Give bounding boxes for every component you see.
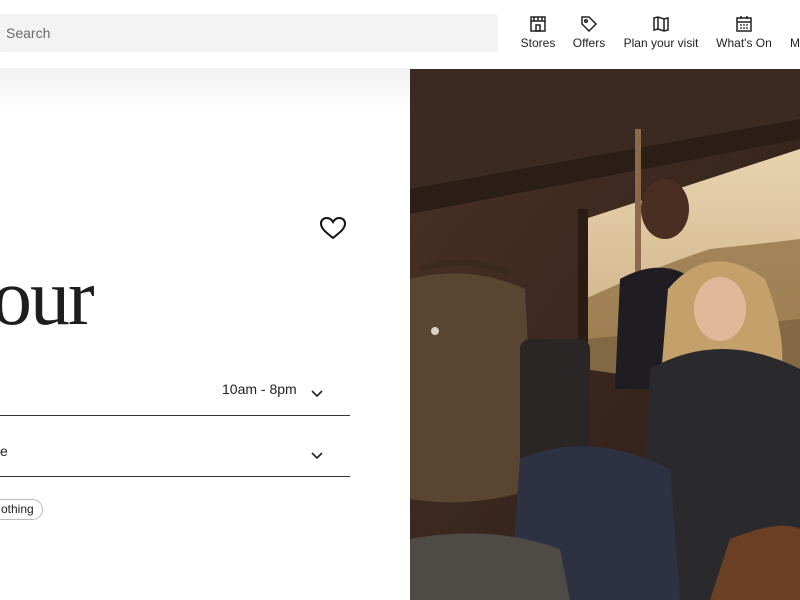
location-dropdown-value: e xyxy=(0,443,8,459)
nav-offers[interactable]: Offers xyxy=(568,14,610,58)
nav-plan-label: Plan your visit xyxy=(623,36,699,50)
heart-icon xyxy=(318,216,348,246)
page-title: our xyxy=(0,254,95,342)
nav-more-label: M xyxy=(790,36,800,50)
favorite-button[interactable] xyxy=(318,214,348,242)
hero-image xyxy=(410,69,800,600)
nav-whats-on-label: What's On xyxy=(716,36,772,50)
nav-stores-label: Stores xyxy=(520,36,556,50)
nav-whats-on[interactable]: What's On xyxy=(712,14,776,58)
header-shadow xyxy=(0,68,410,108)
search-bar[interactable] xyxy=(0,14,498,52)
more-icon xyxy=(790,14,800,34)
location-dropdown[interactable]: e xyxy=(0,433,350,477)
category-tag[interactable]: othing xyxy=(0,499,43,520)
opening-hours-value: 10am - 8pm xyxy=(222,381,297,397)
opening-hours-dropdown[interactable]: 10am - 8pm xyxy=(0,372,350,416)
search-input[interactable] xyxy=(6,14,486,52)
tag-icon xyxy=(579,14,599,34)
site-header: Stores Offers Plan your visit Wh xyxy=(0,0,800,68)
calendar-icon xyxy=(734,14,754,34)
chevron-down-icon xyxy=(311,447,323,460)
nav-stores[interactable]: Stores xyxy=(518,14,558,58)
nav-plan-your-visit[interactable]: Plan your visit xyxy=(620,14,702,58)
storefront-icon xyxy=(528,14,548,34)
nav-more[interactable]: M xyxy=(790,14,800,58)
chevron-down-icon xyxy=(311,385,323,398)
map-icon xyxy=(651,14,671,34)
nav-offers-label: Offers xyxy=(572,36,606,50)
